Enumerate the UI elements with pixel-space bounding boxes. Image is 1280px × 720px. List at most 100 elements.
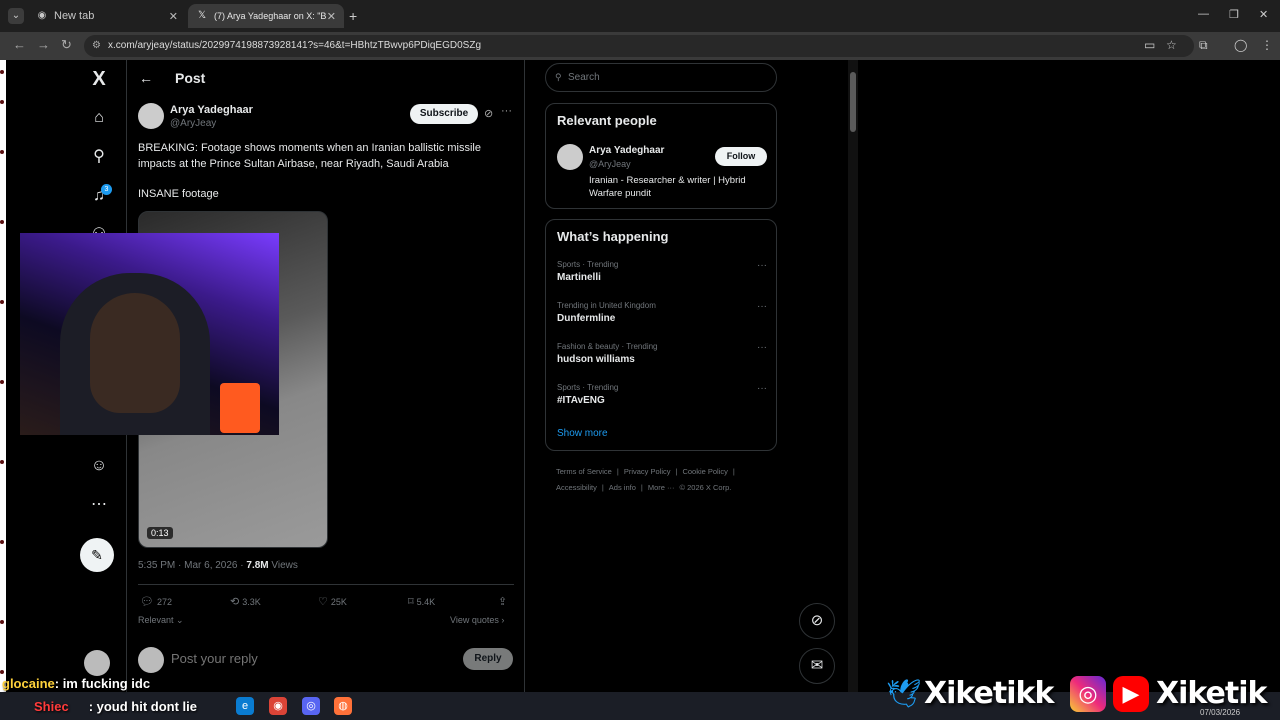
webcam-lamp: [220, 383, 260, 433]
author-name[interactable]: Arya Yadeghaar: [170, 104, 253, 116]
footer-links: Terms of Service | Privacy Policy | Cookie P…: [556, 464, 776, 496]
tab-new-tab[interactable]: ◉ New tab ✕: [28, 4, 186, 28]
chat-message: Shiec : youd hit dont lie: [34, 699, 197, 714]
tab-search-icon[interactable]: ⌄: [8, 8, 24, 24]
chat-username: Shiec: [34, 699, 69, 714]
edge-icon[interactable]: e: [236, 697, 254, 715]
chrome-icon[interactable]: ◉: [269, 697, 287, 715]
trend-item[interactable]: Sports · Trending Martinelli ···: [557, 260, 767, 283]
close-tab-icon[interactable]: ✕: [169, 10, 178, 23]
tab-label: New tab: [54, 10, 95, 22]
footer-link[interactable]: Cookie Policy: [682, 467, 727, 476]
left-edge-strip: [0, 60, 6, 692]
trend-category: Trending in United Kingdom: [557, 301, 656, 310]
page-title: Post: [175, 70, 206, 86]
new-tab-icon[interactable]: +: [349, 8, 357, 24]
card-title: Relevant people: [557, 113, 657, 128]
show-more-link[interactable]: Show more: [557, 428, 608, 439]
trend-item[interactable]: Trending in United Kingdom Dunfermline ·…: [557, 301, 767, 324]
avatar[interactable]: [557, 144, 583, 170]
grok-icon[interactable]: ⊘: [484, 107, 493, 120]
address-bar[interactable]: ⚙ x.com/aryjeay/status/20299741988739281…: [84, 35, 1194, 57]
site-info-icon[interactable]: ⚙: [92, 35, 101, 57]
post-header: ← Post: [127, 60, 524, 96]
repost-count: 3.3K: [242, 596, 261, 607]
chat-text: : youd hit dont lie: [88, 699, 198, 714]
share-action[interactable]: ⇪: [498, 595, 510, 608]
chevron-right-icon: ›: [501, 615, 505, 625]
subscribe-button[interactable]: Subscribe: [410, 104, 478, 124]
view-quotes-link[interactable]: View quotes ›: [450, 615, 504, 625]
bookmark-action[interactable]: ⌑ 5.4K: [408, 595, 435, 608]
footer-separator: |: [640, 483, 643, 492]
views-label: Views: [268, 560, 298, 571]
profile-icon[interactable]: ☺: [89, 456, 109, 476]
trend-item[interactable]: Sports · Trending #ITAvENG ···: [557, 383, 767, 406]
page-scrollbar[interactable]: [848, 60, 858, 692]
trend-item[interactable]: Fashion & beauty · Trending hudson willi…: [557, 342, 767, 365]
close-tab-icon[interactable]: ✕: [327, 10, 336, 23]
footer-link[interactable]: More ···: [648, 483, 675, 492]
footer-separator: |: [675, 467, 678, 476]
firefox-icon[interactable]: ◍: [334, 697, 352, 715]
home-icon[interactable]: ⌂: [89, 108, 109, 128]
follow-button[interactable]: Follow: [715, 147, 767, 166]
person-name[interactable]: Arya Yadeghaar: [589, 145, 664, 156]
footer-separator: |: [732, 467, 735, 476]
discord-icon[interactable]: ◎: [302, 697, 320, 715]
back-icon[interactable]: ←: [13, 37, 26, 52]
grok-float-button[interactable]: ⊘: [799, 603, 835, 639]
footer-link[interactable]: Terms of Service: [556, 467, 612, 476]
heart-icon: ♡: [318, 596, 328, 608]
more-options-icon[interactable]: ···: [757, 342, 767, 353]
extensions-icon[interactable]: ⧉: [1199, 38, 1208, 53]
like-action[interactable]: ♡ 25K: [318, 595, 347, 608]
reply-input[interactable]: [171, 651, 371, 666]
browser-menu-icon[interactable]: ⋮: [1261, 38, 1273, 52]
share-icon: ⇪: [498, 596, 508, 608]
scroll-thumb[interactable]: [850, 72, 856, 132]
x-logo-icon: 𝕏: [197, 10, 207, 21]
cast-icon[interactable]: ▭: [1144, 38, 1155, 52]
author-avatar[interactable]: [138, 103, 164, 129]
person-handle[interactable]: @AryJeay: [589, 159, 631, 169]
search-icon[interactable]: ⚲: [89, 147, 109, 167]
compose-post-button[interactable]: ✎: [80, 538, 114, 572]
author-handle[interactable]: @AryJeay: [170, 118, 216, 129]
footer-link[interactable]: Accessibility: [556, 483, 597, 492]
card-title: What’s happening: [557, 229, 669, 244]
divider: [138, 584, 514, 585]
more-options-icon[interactable]: ···: [501, 105, 512, 117]
reply-button[interactable]: Reply: [463, 648, 513, 670]
avatar[interactable]: [84, 650, 110, 676]
messages-float-button[interactable]: ✉: [799, 648, 835, 684]
reply-action[interactable]: 💬︎ 272: [140, 595, 172, 608]
minimize-icon[interactable]: —: [1198, 8, 1209, 20]
bookmark-star-icon[interactable]: ☆: [1166, 38, 1177, 52]
more-options-icon[interactable]: ···: [757, 383, 767, 394]
more-options-icon[interactable]: ···: [757, 260, 767, 271]
footer-link[interactable]: Ads info: [609, 483, 636, 492]
close-window-icon[interactable]: ✕: [1259, 8, 1268, 21]
reply-sort-dropdown[interactable]: Relevant ⌄: [138, 615, 184, 626]
divider: [524, 60, 525, 692]
tab-x-post[interactable]: 𝕏 (7) Arya Yadeghaar on X: "BREA ✕: [188, 4, 344, 28]
like-count: 25K: [330, 596, 347, 607]
footer-link[interactable]: Privacy Policy: [624, 467, 671, 476]
forward-icon[interactable]: →: [37, 37, 50, 52]
profile-icon[interactable]: ◯: [1234, 38, 1247, 52]
repost-action[interactable]: ⟲ 3.3K: [230, 595, 261, 608]
back-arrow-icon[interactable]: ←: [139, 70, 153, 86]
sort-label: Relevant: [138, 615, 174, 625]
video-duration: 0:13: [147, 527, 173, 539]
chat-text: : im fucking idc: [54, 676, 151, 691]
x-logo-icon[interactable]: X: [89, 69, 109, 89]
search-input[interactable]: ⚲ Search: [545, 63, 777, 92]
more-options-icon[interactable]: ···: [757, 301, 767, 312]
avatar: [138, 647, 164, 673]
post-timestamp[interactable]: 5:35 PM · Mar 6, 2026 ·: [138, 560, 246, 571]
relevant-people-card: Relevant people Arya Yadeghaar @AryJeay …: [545, 103, 777, 209]
restore-icon[interactable]: ❐: [1229, 8, 1239, 21]
reload-icon[interactable]: ↻: [61, 37, 72, 53]
more-icon[interactable]: ⋯: [89, 495, 109, 515]
